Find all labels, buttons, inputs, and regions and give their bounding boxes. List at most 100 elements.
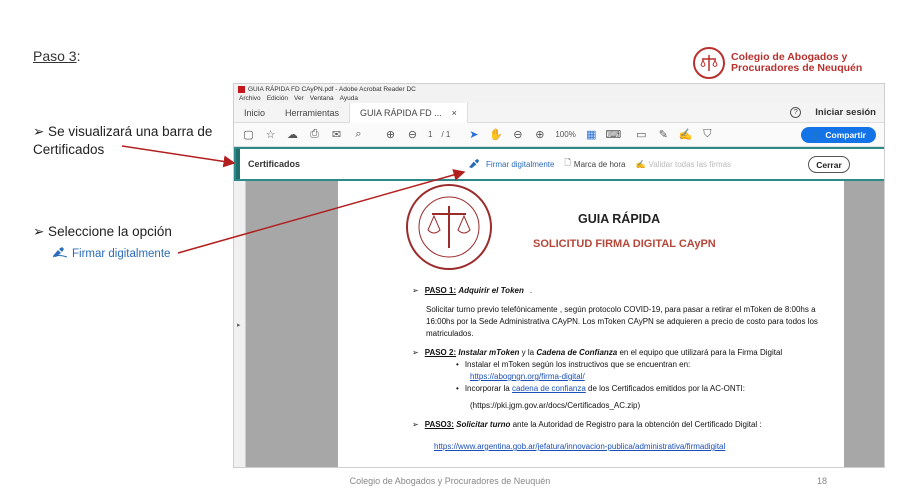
doc-subtitle: SOLICITUD FIRMA DIGITAL CAyPN: [533, 238, 716, 250]
certificate-icon[interactable]: ⛉: [701, 128, 714, 141]
print-icon[interactable]: ⎙: [308, 128, 321, 141]
timestamp-button[interactable]: 🗋 Marca de hora: [564, 157, 625, 171]
logo: Colegio de Abogados y Procuradores de Ne…: [693, 47, 862, 79]
step2-rest: en el equipo que utilizará para la Firma…: [617, 348, 783, 357]
upload-cloud-icon[interactable]: ☁: [286, 128, 299, 141]
sign-digitally-button[interactable]: Firmar digitalmente: [468, 158, 554, 171]
tab-close-icon[interactable]: ×: [452, 108, 457, 118]
toolbar: ▢ ☆ ☁ ⎙ ✉ ⌕ ⊕ ⊖ 1 / 1 ➤ ✋ ⊖ ⊕ 100% ▦ ⌨ ▭…: [234, 123, 884, 147]
step2-link1[interactable]: https://abogngn.org/firma-digital/: [470, 372, 585, 381]
bullet-option-sign: Firmar digitalmente: [52, 246, 170, 261]
slide-footer: Colegio de Abogados y Procuradores de Ne…: [349, 476, 551, 486]
step2-heading: ➢ PASO 2: Instalar mToken y la Cadena de…: [412, 347, 822, 359]
menu-ver[interactable]: Ver: [294, 95, 304, 102]
arrow-bullet-icon: ➢: [412, 286, 419, 295]
sign-digitally-label: Firmar digitalmente: [486, 159, 555, 169]
step1-text: Solicitar turno previo telefónicamente ,…: [426, 305, 818, 338]
create-pdf-icon[interactable]: ▢: [242, 128, 255, 141]
doc-body: ➢ PASO 1: Adquirir el Token. Solicitar t…: [412, 285, 822, 453]
menu-ayuda[interactable]: Ayuda: [340, 95, 358, 102]
page-fit-icon[interactable]: ▦: [585, 128, 598, 141]
document-margin-left: [246, 181, 338, 467]
share-button[interactable]: 👤 Compartir: [800, 127, 876, 143]
step2-url: (https://pki.jgm.gov.ar/docs/Certificado…: [470, 401, 641, 410]
slide-title: Paso 3:: [33, 48, 80, 64]
certificates-bar: Certificados Firmar digitalmente 🗋 Marca…: [234, 147, 884, 181]
step2-bullet2-a: Incorporar la: [464, 384, 512, 393]
step3-title: Solicitar turno: [456, 420, 511, 429]
step2-bullet2-b: de los Certificados emitidos por la AC-O…: [585, 384, 745, 393]
step2-bullet1: • Instalar el mToken según los instructiv…: [456, 360, 691, 369]
bullet-option-label: Firmar digitalmente: [72, 247, 171, 260]
cert-actions: Firmar digitalmente 🗋 Marca de hora ✍ Va…: [468, 157, 731, 171]
step3-rest: ante la Autoridad de Registro para la ob…: [510, 420, 762, 429]
zoom-in-icon[interactable]: ⊕: [533, 128, 546, 141]
page-down-icon[interactable]: ⊖: [406, 128, 419, 141]
step3-heading: ➢ PASO3: Solicitar turno ante la Autorid…: [412, 419, 822, 431]
clock-doc-icon: 🗋: [564, 158, 571, 167]
tab-document[interactable]: GUIA RÁPIDA FD ... ×: [349, 102, 468, 123]
validate-pen-icon: ✍: [635, 159, 646, 169]
sign-icon[interactable]: ✍: [678, 128, 692, 141]
slide-title-colon: :: [76, 48, 81, 64]
search-icon[interactable]: ⌕: [352, 128, 365, 141]
step2-title-b: Cadena de Confianza: [536, 348, 618, 357]
step3-link[interactable]: https://www.argentina.gob.ar/jefatura/in…: [434, 442, 725, 451]
help-icon[interactable]: ?: [790, 107, 802, 118]
cert-bar-label: Certificados: [248, 159, 301, 169]
select-cursor-icon[interactable]: ➤: [467, 128, 480, 141]
hand-tool-icon[interactable]: ✋: [489, 128, 503, 141]
close-cert-bar-button[interactable]: Cerrar: [808, 156, 850, 173]
tab-herramientas[interactable]: Herramientas: [275, 103, 349, 123]
pen-sign-icon: [468, 158, 483, 171]
comment-icon[interactable]: ▭: [635, 128, 648, 141]
tab-inicio[interactable]: Inicio: [234, 103, 275, 123]
document-area: ▸ GUIA RÁPIDA SOLICITUD FIRMA DIGITAL CA…: [234, 181, 884, 467]
acrobat-window: GUIA RÁPIDA FD CAyPN.pdf - Adobe Acrobat…: [233, 83, 885, 468]
trust-chain-link[interactable]: cadena de confianza: [512, 384, 586, 393]
mail-icon[interactable]: ✉: [330, 128, 343, 141]
page-up-icon[interactable]: ⊕: [384, 128, 397, 141]
keyboard-icon[interactable]: ⌨: [605, 128, 621, 141]
step2-bullet1-text: Instalar el mToken según los instructivo…: [464, 360, 691, 369]
arrow-bullet-icon: ➢: [412, 348, 419, 357]
slide-title-text: Paso 3: [33, 48, 77, 64]
acrobat-app-icon: [238, 85, 245, 93]
step2-label: PASO 2:: [424, 348, 457, 357]
menu-edicion[interactable]: Edición: [267, 95, 288, 102]
window-title: GUIA RÁPIDA FD CAyPN.pdf - Adobe Acrobat…: [248, 85, 416, 93]
step2-title-a: Instalar mToken: [458, 348, 520, 357]
timestamp-label: Marca de hora: [573, 159, 626, 169]
logo-text: Colegio de Abogados y Procuradores de Ne…: [731, 52, 862, 74]
slide-page-number: 18: [817, 476, 828, 486]
tab-document-label: GUIA RÁPIDA FD ...: [360, 107, 442, 118]
arrow-bullet-icon: ➢: [412, 420, 419, 429]
pdf-page: GUIA RÁPIDA SOLICITUD FIRMA DIGITAL CAyP…: [338, 181, 844, 467]
scales-logo-icon: [693, 47, 725, 79]
expand-pane-icon[interactable]: ▸: [237, 321, 241, 329]
left-pane[interactable]: ▸: [234, 181, 246, 467]
zoom-out-icon[interactable]: ⊖: [511, 128, 524, 141]
validate-signatures-button[interactable]: ✍ Validar todas las firmas: [636, 160, 732, 169]
step1-end: .: [529, 286, 533, 295]
document-margin-right: [844, 181, 884, 467]
signin-link[interactable]: Iniciar sesión: [815, 107, 876, 118]
tabs-bar: Inicio Herramientas GUIA RÁPIDA FD ... ×…: [234, 102, 884, 123]
step3-label: PASO3:: [424, 420, 454, 429]
validate-label: Validar todas las firmas: [648, 159, 732, 169]
step2-bullet2: • Incorporar la cadena de confianza de lo…: [456, 384, 745, 393]
logo-line2: Procuradores de Neuquén: [731, 62, 863, 74]
share-label: Compartir: [825, 130, 866, 140]
step1-heading: ➢ PASO 1: Adquirir el Token.: [412, 285, 822, 297]
window-titlebar: GUIA RÁPIDA FD CAyPN.pdf - Adobe Acrobat…: [234, 84, 884, 94]
bookmark-star-icon[interactable]: ☆: [264, 128, 277, 141]
step1-label: PASO 1:: [424, 286, 457, 295]
page-total: / 1: [441, 130, 451, 139]
menu-archivo[interactable]: Archivo: [239, 95, 261, 102]
zoom-level[interactable]: 100%: [555, 130, 575, 139]
menu-ventana[interactable]: Ventana: [310, 95, 334, 102]
step2-mid: y la: [519, 348, 537, 357]
college-seal-icon: [406, 184, 492, 270]
page-number-input[interactable]: 1: [428, 130, 432, 139]
pen-icon[interactable]: ✎: [657, 128, 670, 141]
